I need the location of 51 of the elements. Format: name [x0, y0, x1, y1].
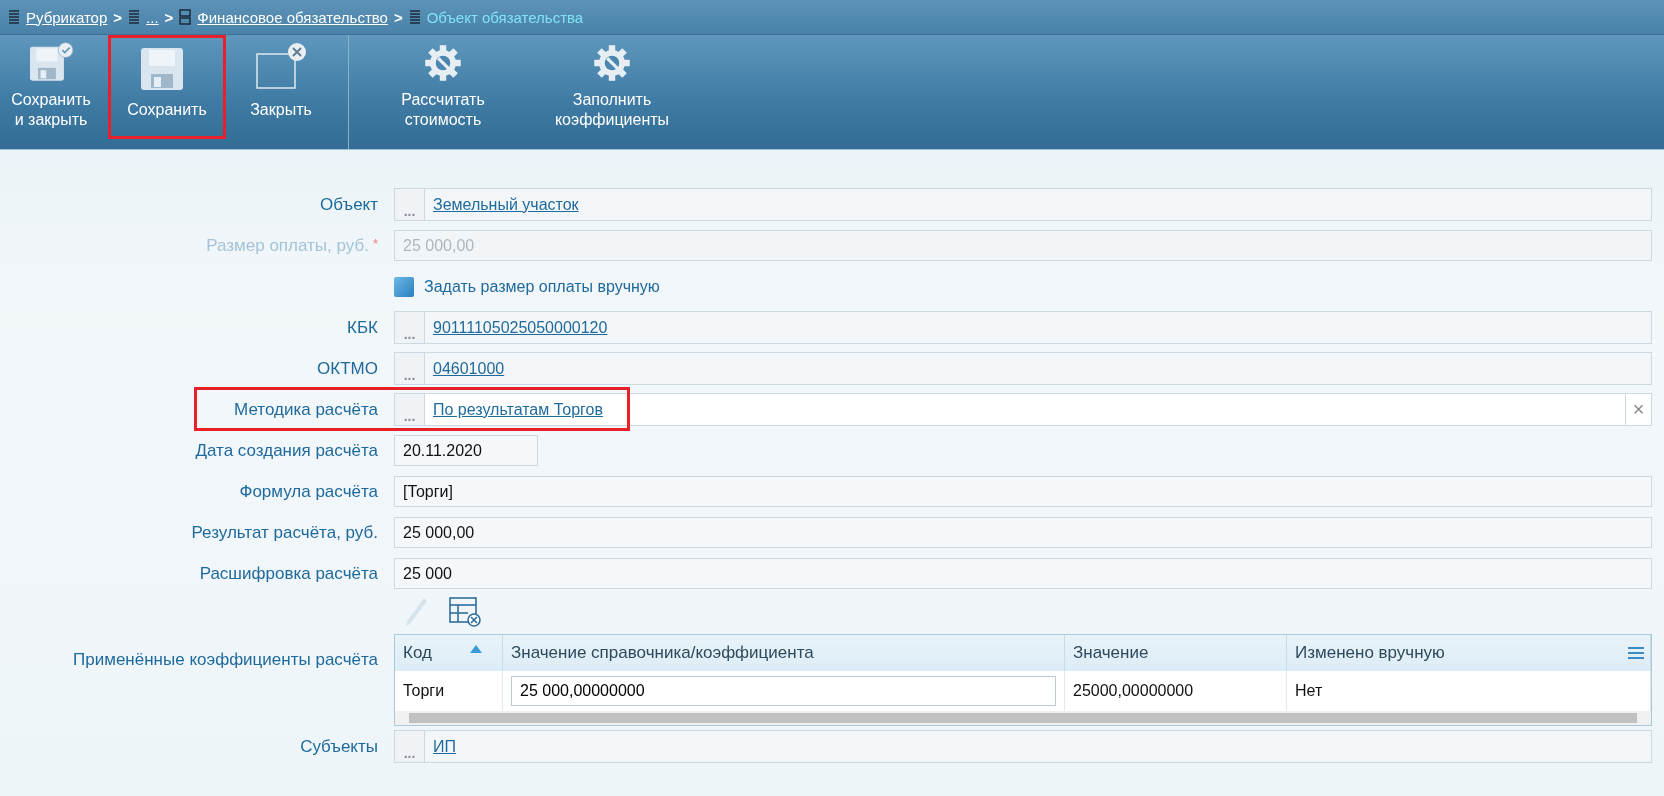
- toolbar-button[interactable]: Сохранить и закрыть: [0, 35, 102, 139]
- ellipsis-button[interactable]: ...: [395, 394, 425, 425]
- breadcrumb-link[interactable]: ...: [146, 8, 159, 26]
- lookup-field[interactable]: ... По результатам Торгов ×: [394, 393, 1652, 426]
- field-label: Применённые коэффициенты расчёта: [73, 650, 378, 670]
- breadcrumb-link[interactable]: Рубрикатор: [26, 8, 108, 26]
- field-label: Методика расчёта: [234, 399, 378, 420]
- list-icon: [8, 9, 20, 25]
- input-field[interactable]: 20.11.2020: [394, 435, 538, 466]
- input-field[interactable]: 25 000,00: [394, 517, 1652, 548]
- field-label: Объект: [320, 194, 378, 215]
- stacked-boxes-icon: [179, 9, 192, 25]
- field-label: Расшифровка расчёта: [199, 563, 378, 584]
- lookup-field[interactable]: ... 90111105025050000120: [394, 311, 1652, 344]
- horizontal-scrollbar[interactable]: [395, 711, 1651, 725]
- lookup-field[interactable]: ... 04601000: [394, 352, 1652, 385]
- toolbar-button[interactable]: Рассчитать стоимость: [359, 35, 527, 139]
- column-header[interactable]: Значение: [1065, 635, 1287, 671]
- column-header[interactable]: Код: [395, 635, 503, 671]
- field-label: Размер оплаты, руб. *: [206, 235, 378, 256]
- field-link[interactable]: ИП: [433, 737, 456, 756]
- toolbar-button[interactable]: Закрыть: [232, 35, 330, 139]
- field-label: ОКТМО: [317, 358, 378, 379]
- breadcrumb-link[interactable]: Финансовое обязательство: [197, 8, 388, 26]
- breadcrumb-separator: >: [393, 8, 403, 26]
- list-icon: [128, 9, 141, 25]
- field-link[interactable]: 04601000: [433, 359, 505, 378]
- lookup-field[interactable]: ... Земельный участок: [394, 188, 1652, 221]
- field-label: Дата создания расчёта: [195, 440, 378, 461]
- breadcrumb-separator: >: [164, 8, 174, 26]
- menu-icon[interactable]: [1628, 646, 1644, 660]
- field-link[interactable]: По результатам Торгов: [433, 400, 603, 419]
- field-label: Субъекты: [300, 736, 378, 757]
- column-header[interactable]: Изменено вручную: [1287, 635, 1651, 671]
- field-link[interactable]: Земельный участок: [433, 195, 579, 214]
- toolbar-button[interactable]: Заполнить коэффициенты: [533, 35, 691, 139]
- checkbox[interactable]: [394, 276, 414, 297]
- list-icon: [408, 9, 421, 25]
- input-field[interactable]: [Торги]: [394, 476, 1652, 507]
- field-label: Результат расчёта, руб.: [191, 522, 378, 543]
- field-label: Формула расчёта: [239, 481, 378, 502]
- checkbox-label: Задать размер оплаты вручную: [424, 277, 660, 296]
- table-delete-icon[interactable]: [448, 596, 482, 628]
- input-field[interactable]: 25 000: [394, 558, 1652, 589]
- breadcrumb-separator: >: [113, 8, 123, 26]
- field-label: КБК: [347, 317, 378, 338]
- lookup-field[interactable]: ... ИП: [394, 730, 1652, 763]
- cell-input-field[interactable]: 25 000,00000000: [511, 676, 1056, 706]
- field-link[interactable]: 90111105025050000120: [433, 318, 608, 337]
- column-header[interactable]: Значение справочника/коэффициента: [503, 635, 1065, 671]
- toolbar-button[interactable]: Сохранить: [108, 35, 226, 139]
